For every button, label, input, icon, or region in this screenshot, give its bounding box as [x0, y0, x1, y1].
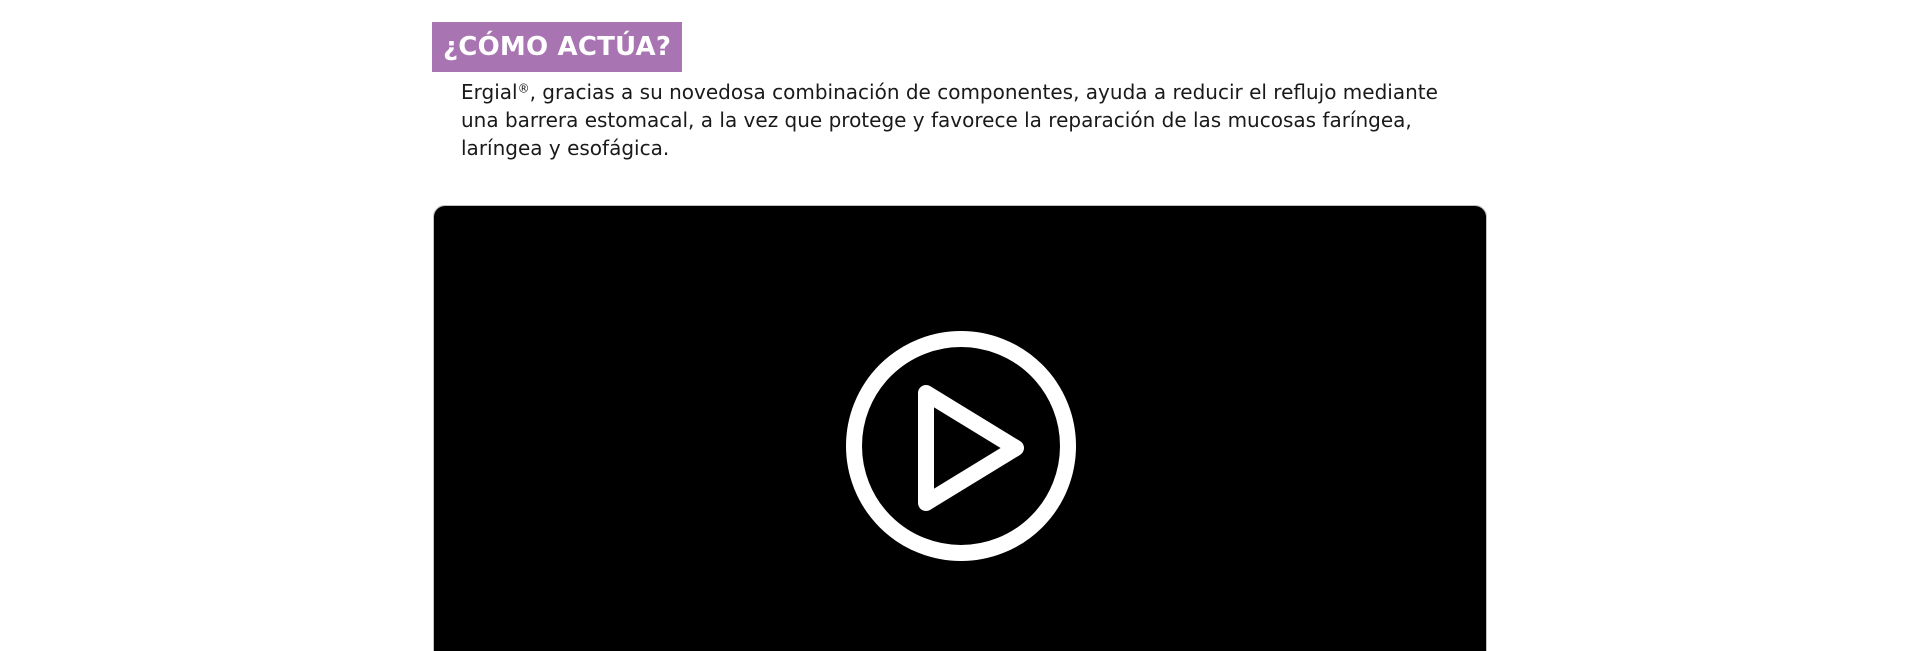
registered-mark: ® — [517, 81, 530, 96]
page: ¿CÓMO ACTÚA? Ergial®, gracias a su noved… — [0, 0, 1920, 651]
play-button[interactable] — [846, 331, 1076, 561]
play-circle-icon[interactable] — [846, 331, 1076, 561]
section-heading: ¿CÓMO ACTÚA? — [432, 21, 683, 72]
brand-name: Ergial — [461, 80, 518, 104]
description-paragraph: Ergial®, gracias a su novedosa combinaci… — [461, 78, 1471, 162]
video-player[interactable] — [433, 205, 1487, 651]
description-text: , gracias a su novedosa combinación de c… — [461, 80, 1438, 160]
